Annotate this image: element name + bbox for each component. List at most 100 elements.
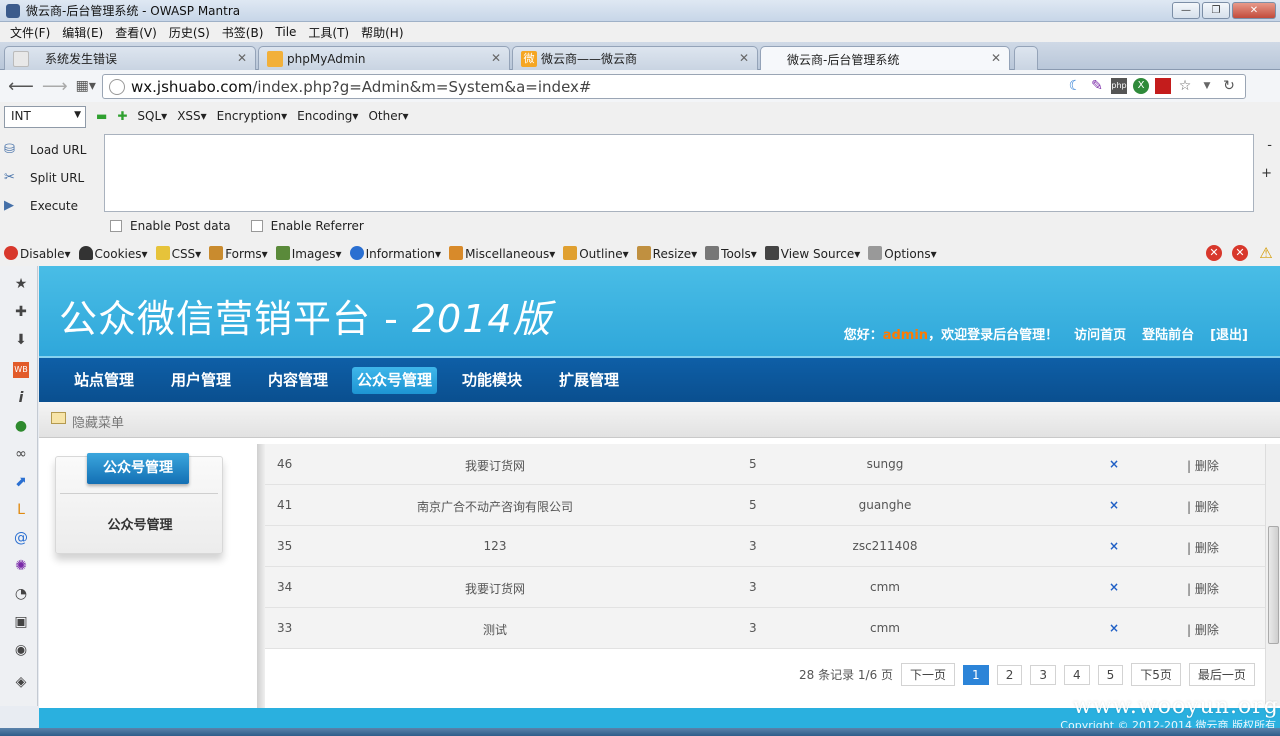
tab-close-icon[interactable]: ✕ xyxy=(991,51,1001,65)
forward-arrow-icon[interactable]: ⟶ xyxy=(42,76,68,97)
wd-disable[interactable]: Disable▾ xyxy=(4,245,71,261)
menu-file[interactable]: 文件(F) xyxy=(4,24,56,41)
wd-cookies[interactable]: Cookies▾ xyxy=(78,245,148,261)
hackbar-sql[interactable]: SQL▾ xyxy=(137,109,167,123)
nav-function-modules[interactable]: 功能模块 xyxy=(457,367,527,394)
side-menu-item-account[interactable]: 公众号管理 xyxy=(56,514,224,533)
nav-content-management[interactable]: 内容管理 xyxy=(263,367,333,394)
error-icon[interactable]: ✕ xyxy=(1232,245,1248,261)
front-login-link[interactable]: 登陆前台 xyxy=(1142,324,1194,343)
enable-post-checkbox[interactable]: Enable Post data xyxy=(110,219,231,233)
last-page-button[interactable]: 最后一页 xyxy=(1188,663,1255,686)
page-1-button[interactable]: 1 xyxy=(963,664,989,685)
menu-history[interactable]: 历史(S) xyxy=(163,24,216,41)
hackbar-encoding[interactable]: Encoding▾ xyxy=(297,109,358,123)
minimize-button[interactable]: — xyxy=(1172,2,1200,19)
hackbar-encryption[interactable]: Encryption▾ xyxy=(217,109,287,123)
nav-site-management[interactable]: 站点管理 xyxy=(69,367,139,394)
nav-account-management[interactable]: 公众号管理 xyxy=(352,367,438,394)
wd-css[interactable]: CSS▾ xyxy=(155,245,201,261)
enable-referrer-checkbox[interactable]: Enable Referrer xyxy=(250,219,364,233)
back-arrow-icon[interactable]: ⟵ xyxy=(8,76,34,97)
wd-outline[interactable]: Outline▾ xyxy=(563,245,629,261)
error-icon[interactable]: ✕ xyxy=(1206,245,1222,261)
close-x-icon[interactable]: × xyxy=(1109,457,1119,471)
wd-forms[interactable]: Forms▾ xyxy=(209,245,268,261)
glasses-icon[interactable]: ∞ xyxy=(13,446,29,462)
delete-link[interactable]: | 删除 xyxy=(1187,539,1219,556)
nav-extension-management[interactable]: 扩展管理 xyxy=(554,367,624,394)
minus-icon[interactable]: ▬ xyxy=(96,109,107,123)
moon-icon[interactable]: ☾ xyxy=(1067,78,1083,94)
menu-view[interactable]: 查看(V) xyxy=(109,24,163,41)
feather-icon[interactable]: ✎ xyxy=(1089,78,1105,94)
bookmark-star-icon[interactable]: ☆ xyxy=(1177,78,1193,94)
wd-tools[interactable]: Tools▾ xyxy=(705,245,757,261)
visit-home-link[interactable]: 访问首页 xyxy=(1074,324,1126,343)
page-5-button[interactable]: 5 xyxy=(1097,664,1124,685)
l-icon[interactable]: L xyxy=(13,502,29,518)
cursor-select-icon[interactable]: ⬈ xyxy=(13,474,29,490)
close-window-button[interactable]: ✕ xyxy=(1232,2,1276,19)
shrink-icon[interactable]: - xyxy=(1267,138,1272,153)
tab-close-icon[interactable]: ✕ xyxy=(237,51,247,65)
page-3-button[interactable]: 3 xyxy=(1030,664,1056,685)
green-circle-icon[interactable]: ● xyxy=(13,418,29,434)
reload-icon[interactable]: ↻ xyxy=(1221,78,1237,94)
restore-button[interactable]: ❐ xyxy=(1202,2,1230,19)
flag-icon[interactable] xyxy=(1155,78,1171,94)
delete-link[interactable]: | 删除 xyxy=(1187,457,1219,474)
delete-link[interactable]: | 删除 xyxy=(1187,621,1219,638)
hackbar-xss[interactable]: XSS▾ xyxy=(177,109,206,123)
hackbar-type-select[interactable]: INT xyxy=(4,106,86,128)
tab-weiyunshang[interactable]: 微 微云商——微云商 ✕ xyxy=(512,46,758,70)
plus-icon[interactable]: ✚ xyxy=(117,109,127,123)
close-x-icon[interactable]: × xyxy=(1109,580,1119,594)
info-i-icon[interactable]: i xyxy=(13,390,29,406)
next-page-button[interactable]: 下一页 xyxy=(901,663,956,686)
menu-tools[interactable]: 工具(T) xyxy=(302,24,355,41)
tab-close-icon[interactable]: ✕ xyxy=(491,51,501,65)
wd-resize[interactable]: Resize▾ xyxy=(636,245,697,261)
menu-bookmarks[interactable]: 书签(B) xyxy=(216,24,270,41)
content-scrollbar[interactable] xyxy=(1265,444,1280,706)
qr-icon[interactable]: ▣ xyxy=(13,614,29,630)
wd-miscellaneous[interactable]: Miscellaneous▾ xyxy=(449,245,555,261)
close-x-icon[interactable]: × xyxy=(1109,621,1119,635)
x-green-icon[interactable]: X xyxy=(1133,78,1149,94)
tab-admin-active[interactable]: 微云商-后台管理系统 ✕ xyxy=(760,46,1010,71)
menu-edit[interactable]: 编辑(E) xyxy=(56,24,109,41)
wd-options[interactable]: Options▾ xyxy=(868,245,937,261)
hackbar-url-textarea[interactable] xyxy=(104,134,1254,212)
url-bar[interactable]: wx.jshuabo.com/index.php?g=Admin&m=Syste… xyxy=(102,74,1246,99)
new-tab-button[interactable] xyxy=(1014,46,1038,70)
expand-icon[interactable]: + xyxy=(1261,166,1272,181)
spiral-icon[interactable]: @ xyxy=(13,530,29,546)
url-text[interactable]: wx.jshuabo.com/index.php?g=Admin&m=Syste… xyxy=(131,78,591,96)
page-4-button[interactable]: 4 xyxy=(1063,664,1090,685)
scrollbar-thumb[interactable] xyxy=(1268,526,1279,644)
puzzle-icon[interactable]: ✚ xyxy=(13,304,29,320)
star-icon[interactable]: ★ xyxy=(13,276,29,292)
wd-view-source[interactable]: View Source▾ xyxy=(764,245,860,261)
tab-phpmyadmin[interactable]: phpMyAdmin ✕ xyxy=(258,46,510,70)
dropdown-icon[interactable]: ▼ xyxy=(1199,78,1215,94)
page-2-button[interactable]: 2 xyxy=(996,664,1023,685)
hackbar-other[interactable]: Other▾ xyxy=(368,109,408,123)
eraser-icon[interactable]: ◈ xyxy=(13,674,29,690)
nav-user-management[interactable]: 用户管理 xyxy=(166,367,236,394)
hide-menu-link[interactable]: 隐藏菜单 xyxy=(72,412,124,431)
close-x-icon[interactable]: × xyxy=(1109,539,1119,553)
delete-link[interactable]: | 删除 xyxy=(1187,498,1219,515)
next-5-pages-button[interactable]: 下5页 xyxy=(1131,663,1181,686)
grid-menu-icon[interactable]: ▦▾ xyxy=(76,78,96,94)
logout-link[interactable]: [退出] xyxy=(1210,324,1248,343)
download-icon[interactable]: ⬇ xyxy=(13,332,29,348)
php-icon[interactable]: php xyxy=(1111,78,1127,94)
menu-tile[interactable]: Tile xyxy=(269,25,302,39)
warning-icon[interactable]: ⚠ xyxy=(1258,245,1274,261)
close-x-icon[interactable]: × xyxy=(1109,498,1119,512)
split-url-button[interactable]: ✂ Split URL xyxy=(4,164,86,192)
virus-icon[interactable]: ✺ xyxy=(13,558,29,574)
wd-images[interactable]: Images▾ xyxy=(275,245,342,261)
